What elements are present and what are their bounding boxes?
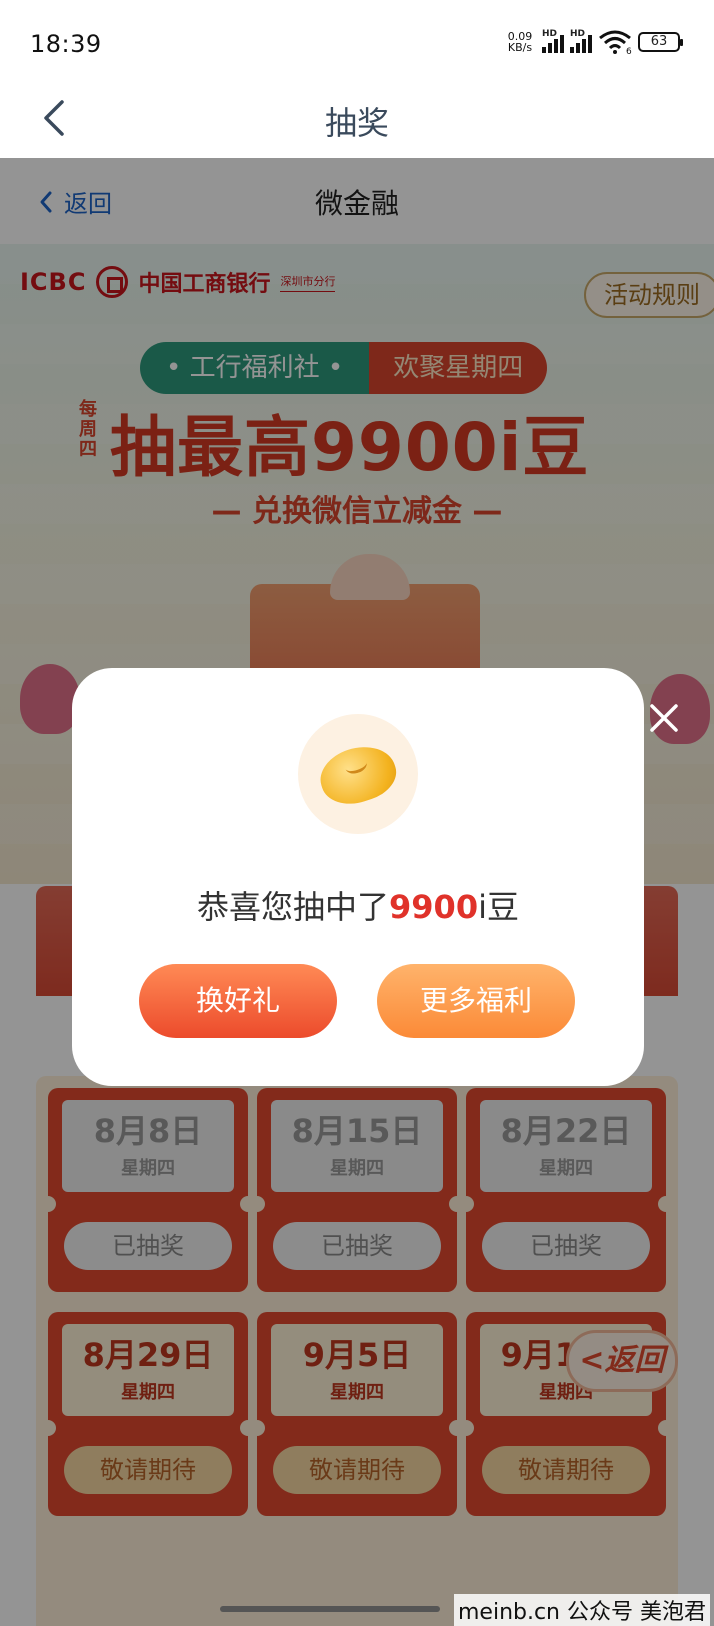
prize-message-prefix: 恭喜您抽中了 — [197, 888, 390, 926]
signal-hd-tag: HD — [542, 29, 558, 39]
status-icons: 0.09 KB/s HD HD 6 63 — [504, 29, 683, 54]
bean-badge — [298, 714, 418, 834]
redeem-gift-button[interactable]: 换好礼 — [139, 964, 337, 1038]
wifi-icon: 6 — [599, 30, 632, 54]
battery-icon: 63 — [638, 32, 683, 52]
prize-dialog: 恭喜您抽中了9900i豆 换好礼 更多福利 — [72, 668, 644, 1086]
network-speed-unit: KB/s — [507, 41, 533, 54]
close-icon[interactable] — [644, 698, 684, 738]
top-nav-bar: 抽奖 — [0, 84, 714, 158]
more-benefits-button[interactable]: 更多福利 — [377, 964, 575, 1038]
watermark-text: meinb.cn 公众号 美泡君 — [453, 1594, 710, 1626]
prize-amount: 9900 — [389, 888, 479, 926]
home-indicator[interactable] — [220, 1606, 440, 1612]
prize-unit: i豆 — [478, 888, 519, 926]
wifi-tag: 6 — [626, 47, 632, 54]
page-title: 抽奖 — [324, 104, 389, 142]
signal-icon-2: HD — [570, 29, 592, 53]
prize-message: 恭喜您抽中了9900i豆 — [72, 882, 644, 928]
status-time: 18:39 — [30, 30, 102, 58]
status-bar: 18:39 0.09 KB/s HD HD 6 63 — [0, 0, 714, 84]
network-speed: 0.09 KB/s — [504, 31, 536, 53]
bean-icon — [313, 737, 403, 813]
signal-icon: HD — [542, 29, 564, 53]
signal-hd-tag-2: HD — [570, 29, 586, 39]
